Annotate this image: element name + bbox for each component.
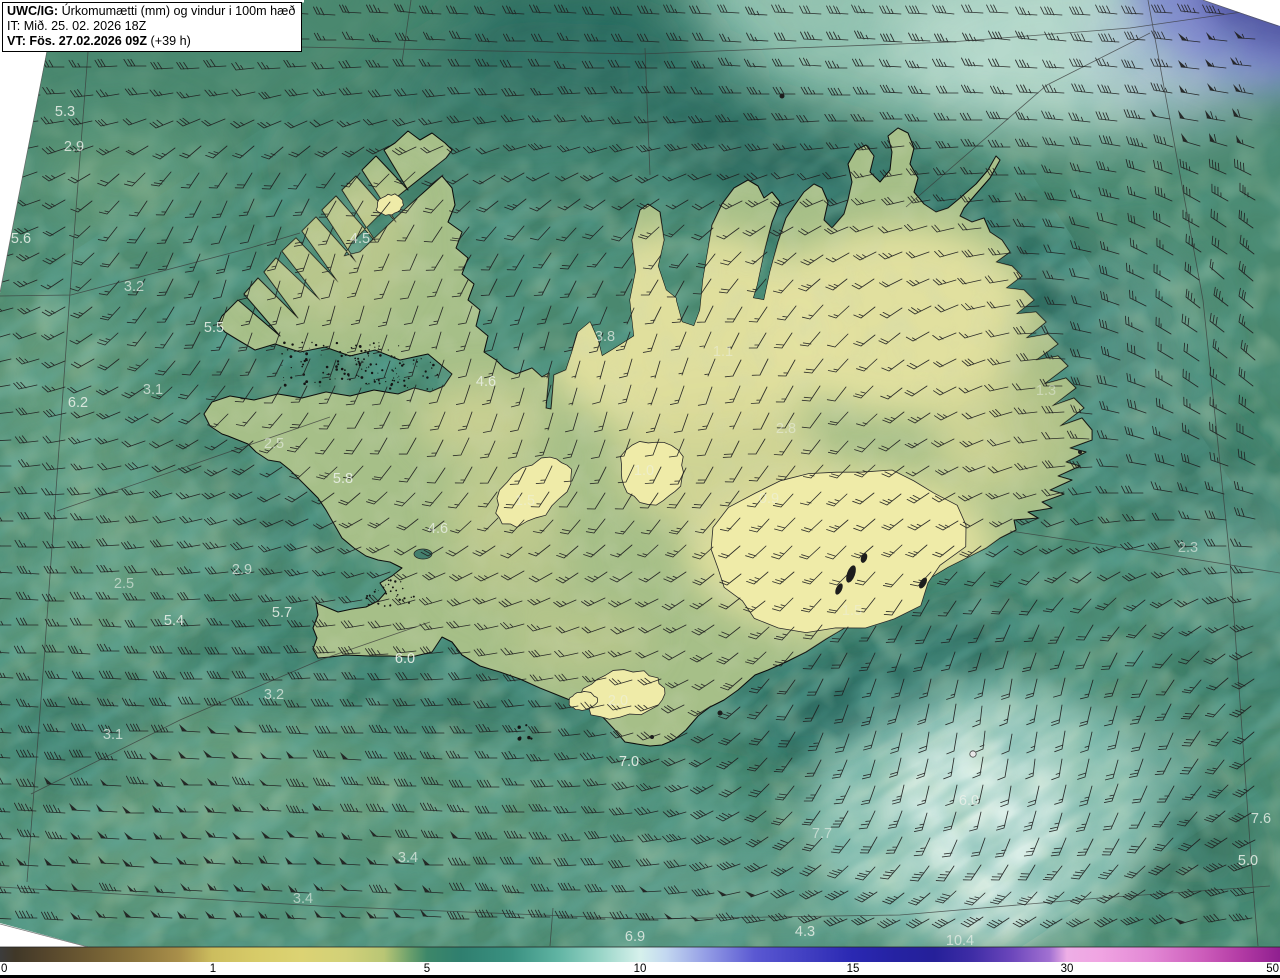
svg-text:5.0: 5.0 [1238, 853, 1258, 869]
svg-text:10.4: 10.4 [946, 933, 974, 949]
svg-text:4.3: 4.3 [795, 924, 815, 940]
svg-text:1.0: 1.0 [634, 463, 654, 479]
svg-text:6.2: 6.2 [68, 395, 88, 411]
svg-text:7.0: 7.0 [619, 754, 639, 770]
svg-text:2.5: 2.5 [264, 436, 284, 452]
svg-text:4.5: 4.5 [350, 231, 370, 247]
svg-text:1.5: 1.5 [842, 603, 862, 619]
svg-text:1: 1 [210, 963, 216, 975]
svg-text:7.7: 7.7 [812, 826, 832, 842]
svg-text:6.0: 6.0 [959, 793, 979, 809]
svg-text:1.5: 1.5 [515, 493, 535, 509]
svg-text:4.6: 4.6 [476, 374, 496, 390]
svg-text:5.7: 5.7 [272, 605, 292, 621]
svg-text:2.5: 2.5 [114, 576, 134, 592]
svg-text:5.4: 5.4 [164, 613, 184, 629]
svg-text:7.6: 7.6 [1251, 811, 1271, 827]
svg-text:6.9: 6.9 [625, 929, 645, 945]
svg-text:10: 10 [634, 963, 647, 975]
svg-text:1.1: 1.1 [713, 344, 733, 360]
svg-text:30: 30 [1061, 963, 1074, 975]
svg-text:15: 15 [847, 963, 860, 975]
svg-text:2.0: 2.0 [608, 693, 628, 709]
svg-text:3.2: 3.2 [124, 279, 144, 295]
svg-text:5.5: 5.5 [204, 320, 224, 336]
svg-text:5: 5 [424, 963, 430, 975]
svg-text:5.6: 5.6 [11, 231, 31, 247]
svg-text:3.4: 3.4 [293, 891, 313, 907]
svg-text:1.3: 1.3 [1036, 383, 1056, 399]
svg-text:3.1: 3.1 [143, 382, 163, 398]
svg-text:2.9: 2.9 [64, 139, 84, 155]
svg-text:0.9: 0.9 [759, 491, 779, 507]
svg-text:2.3: 2.3 [1178, 540, 1198, 556]
svg-text:5.8: 5.8 [333, 471, 353, 487]
svg-text:3.2: 3.2 [264, 687, 284, 703]
svg-text:2.9: 2.9 [232, 562, 252, 578]
svg-text:5.3: 5.3 [55, 104, 75, 120]
svg-text:2.8: 2.8 [776, 421, 796, 437]
svg-text:3.8: 3.8 [595, 329, 615, 345]
svg-text:0: 0 [1, 963, 7, 975]
svg-text:3.1: 3.1 [103, 727, 123, 743]
svg-text:50: 50 [1266, 963, 1279, 975]
svg-text:4.6: 4.6 [428, 521, 448, 537]
svg-text:6.0: 6.0 [395, 651, 415, 667]
svg-text:3.4: 3.4 [398, 850, 418, 866]
